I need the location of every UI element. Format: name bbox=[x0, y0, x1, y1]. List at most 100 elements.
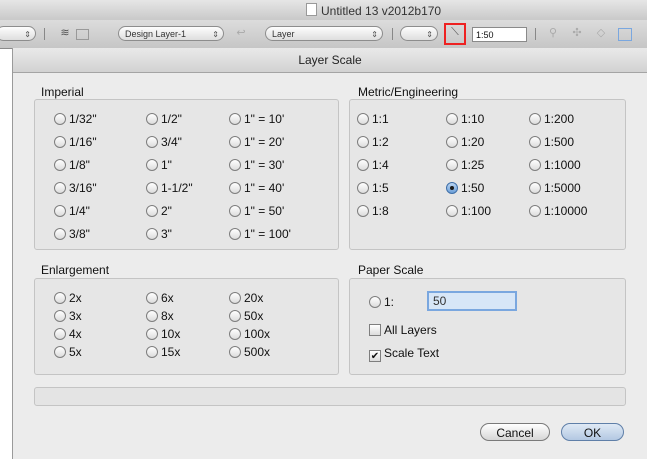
toolbar-dropdown-left[interactable]: ⇕ bbox=[0, 26, 36, 41]
scale-option-3-8[interactable]: 3/8" bbox=[54, 226, 90, 242]
radio-button[interactable] bbox=[146, 328, 158, 340]
scale-option-1-16[interactable]: 1/16" bbox=[54, 134, 97, 150]
scale-option-1-2[interactable]: 1:2 bbox=[357, 134, 389, 150]
radio-button[interactable] bbox=[529, 159, 541, 171]
radio-button[interactable] bbox=[229, 228, 241, 240]
radio-button[interactable] bbox=[357, 159, 369, 171]
scale-option-1-100[interactable]: 1" = 100' bbox=[229, 226, 291, 242]
paper-scale-radio[interactable]: 1: bbox=[369, 294, 394, 310]
radio-button[interactable] bbox=[146, 292, 158, 304]
radio-button[interactable] bbox=[357, 205, 369, 217]
scale-option-1-10[interactable]: 1:10 bbox=[446, 111, 484, 127]
radio-button[interactable] bbox=[446, 205, 458, 217]
scale-option-15x[interactable]: 15x bbox=[146, 344, 180, 360]
radio-button[interactable] bbox=[229, 328, 241, 340]
radio-button[interactable] bbox=[229, 159, 241, 171]
scale-option-4x[interactable]: 4x bbox=[54, 326, 82, 342]
scale-option-1[interactable]: 1" bbox=[146, 157, 172, 173]
radio-button[interactable] bbox=[229, 292, 241, 304]
render-icon[interactable]: ✣ bbox=[570, 27, 584, 40]
layer-arrow-icon[interactable]: ↩ bbox=[234, 27, 248, 40]
scale-option-3[interactable]: 3" bbox=[146, 226, 172, 242]
active-class-dropdown[interactable]: Layer ⇕ bbox=[265, 26, 383, 41]
scale-option-1-50[interactable]: 1:50 bbox=[446, 180, 484, 196]
radio-button[interactable] bbox=[54, 159, 66, 171]
scale-option-1-4[interactable]: 1/4" bbox=[54, 203, 90, 219]
radio-button[interactable] bbox=[54, 328, 66, 340]
radio-button[interactable] bbox=[146, 113, 158, 125]
radio-button[interactable] bbox=[446, 159, 458, 171]
radio-button[interactable] bbox=[229, 205, 241, 217]
radio-button[interactable] bbox=[146, 310, 158, 322]
scale-option-1-40[interactable]: 1" = 40' bbox=[229, 180, 284, 196]
radio-button[interactable] bbox=[446, 182, 458, 194]
radio-button[interactable] bbox=[229, 113, 241, 125]
radio-button[interactable] bbox=[146, 182, 158, 194]
radio-button[interactable] bbox=[529, 182, 541, 194]
checkbox-box[interactable] bbox=[369, 324, 381, 336]
paper-scale-input[interactable]: 50 bbox=[427, 291, 517, 311]
scale-option-1-30[interactable]: 1" = 30' bbox=[229, 157, 284, 173]
projection-icon[interactable] bbox=[618, 28, 632, 41]
active-layer-dropdown[interactable]: Design Layer-1 ⇕ bbox=[118, 26, 224, 41]
radio-button[interactable] bbox=[54, 205, 66, 217]
scale-option-1-4[interactable]: 1:4 bbox=[357, 157, 389, 173]
radio-button[interactable] bbox=[357, 136, 369, 148]
scale-option-1-200[interactable]: 1:200 bbox=[529, 111, 574, 127]
scale-option-1-25[interactable]: 1:25 bbox=[446, 157, 484, 173]
scale-option-1-2[interactable]: 1/2" bbox=[146, 111, 182, 127]
radio-button[interactable] bbox=[446, 136, 458, 148]
radio-button[interactable] bbox=[146, 346, 158, 358]
radio-button[interactable] bbox=[529, 205, 541, 217]
scale-option-3-16[interactable]: 3/16" bbox=[54, 180, 97, 196]
scale-option-3-4[interactable]: 3/4" bbox=[146, 134, 182, 150]
view-icon[interactable]: ◇ bbox=[594, 27, 608, 40]
radio-button[interactable] bbox=[369, 296, 381, 308]
scale-option-1-100[interactable]: 1:100 bbox=[446, 203, 491, 219]
scale-option-2x[interactable]: 2x bbox=[54, 290, 82, 306]
scale-option-3x[interactable]: 3x bbox=[54, 308, 82, 324]
radio-button[interactable] bbox=[446, 113, 458, 125]
scale-option-1-20[interactable]: 1:20 bbox=[446, 134, 484, 150]
scale-option-5x[interactable]: 5x bbox=[54, 344, 82, 360]
layers-stack-icon[interactable]: ≋ bbox=[58, 27, 72, 40]
radio-button[interactable] bbox=[229, 182, 241, 194]
scale-option-1-5000[interactable]: 1:5000 bbox=[529, 180, 581, 196]
radio-button[interactable] bbox=[529, 113, 541, 125]
radio-button[interactable] bbox=[357, 113, 369, 125]
scale-option-50x[interactable]: 50x bbox=[229, 308, 263, 324]
scale-option-1-10000[interactable]: 1:10000 bbox=[529, 203, 587, 219]
view-dropdown[interactable]: ⇕ bbox=[400, 26, 438, 41]
radio-button[interactable] bbox=[146, 205, 158, 217]
scale-option-100x[interactable]: 100x bbox=[229, 326, 270, 342]
scale-option-1-1[interactable]: 1:1 bbox=[357, 111, 389, 127]
radio-button[interactable] bbox=[229, 346, 241, 358]
scale-option-1-5[interactable]: 1:5 bbox=[357, 180, 389, 196]
radio-button[interactable] bbox=[54, 292, 66, 304]
scale-option-1-20[interactable]: 1" = 20' bbox=[229, 134, 284, 150]
cancel-button[interactable]: Cancel bbox=[480, 423, 550, 441]
scale-option-1-500[interactable]: 1:500 bbox=[529, 134, 574, 150]
scale-option-1-32[interactable]: 1/32" bbox=[54, 111, 97, 127]
scale-option-500x[interactable]: 500x bbox=[229, 344, 270, 360]
radio-button[interactable] bbox=[54, 113, 66, 125]
scale-option-1-50[interactable]: 1" = 50' bbox=[229, 203, 284, 219]
scale-text-checkbox[interactable]: ✔ Scale Text bbox=[369, 345, 439, 362]
scale-option-2[interactable]: 2" bbox=[146, 203, 172, 219]
radio-button[interactable] bbox=[529, 136, 541, 148]
scale-option-20x[interactable]: 20x bbox=[229, 290, 263, 306]
scale-field[interactable]: 1:50 bbox=[472, 27, 527, 42]
radio-button[interactable] bbox=[146, 228, 158, 240]
zoom-icon[interactable]: ⚲ bbox=[546, 27, 560, 40]
radio-button[interactable] bbox=[229, 310, 241, 322]
scale-option-1-1-2[interactable]: 1-1/2" bbox=[146, 180, 193, 196]
radio-button[interactable] bbox=[146, 159, 158, 171]
radio-button[interactable] bbox=[146, 136, 158, 148]
radio-button[interactable] bbox=[54, 228, 66, 240]
checkbox-box[interactable]: ✔ bbox=[369, 350, 381, 362]
scale-option-1-10[interactable]: 1" = 10' bbox=[229, 111, 284, 127]
all-layers-checkbox[interactable]: All Layers bbox=[369, 322, 437, 338]
scale-option-6x[interactable]: 6x bbox=[146, 290, 174, 306]
ok-button[interactable]: OK bbox=[561, 423, 624, 441]
scale-option-1-8[interactable]: 1:8 bbox=[357, 203, 389, 219]
